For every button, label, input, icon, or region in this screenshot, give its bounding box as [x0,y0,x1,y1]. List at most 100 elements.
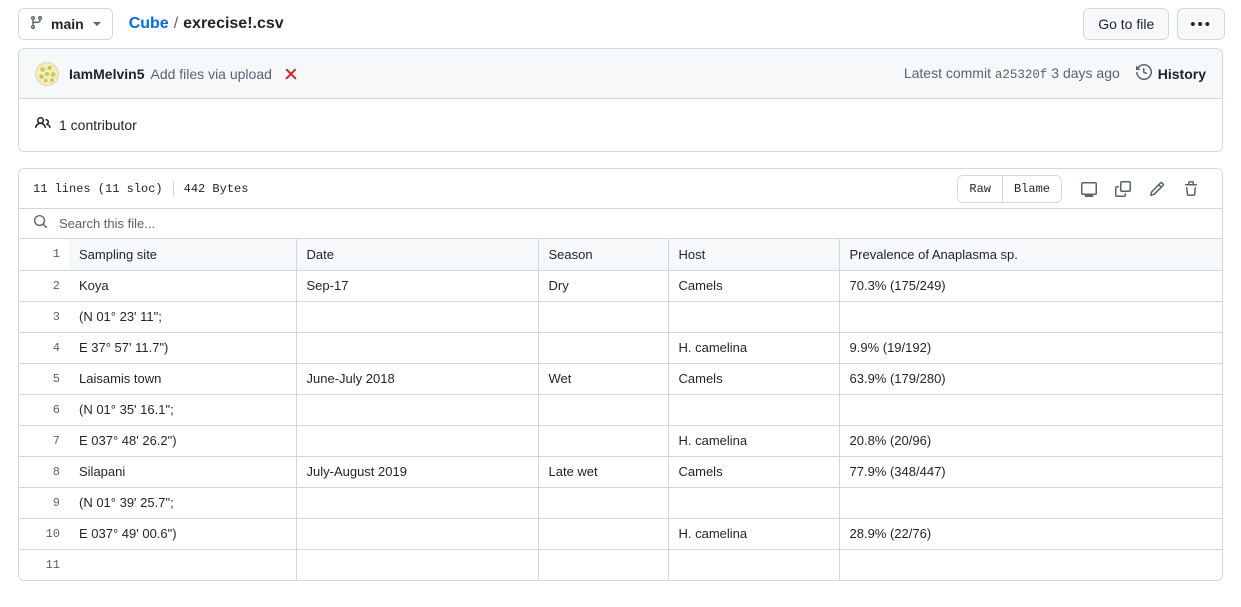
table-row: 8 Silapani July-August 2019 Late wet Camels 7… [19,456,1222,488]
edit-pencil-icon[interactable] [1142,175,1172,203]
table-cell [839,394,1222,426]
table-cell: (N 01° 23' 11"; [69,301,297,333]
table-cell: 9.9% (19/192) [839,332,1222,364]
table-cell: E 37° 57' 11.7") [69,332,297,364]
commit-row: IamMelvin5 Add files via upload Latest c… [19,49,1222,99]
commit-time-ago: 3 days ago [1051,65,1120,81]
breadcrumb-file-name: exrecise!.csv [183,15,284,32]
go-to-file-button[interactable]: Go to file [1083,8,1170,40]
table-header-row: 1 Sampling site Date Season Host Prevalence o… [19,239,1222,271]
table-row: 4E 37° 57' 11.7") H. camelina 9.9% (19/192… [19,332,1222,364]
table-cell [296,487,539,519]
table-cell [668,301,840,333]
github-file-view: main Cube / exrecise!.csv Go to file •••… [0,0,1241,607]
latest-commit-info: Latest commit a25320f 3 days ago [904,65,1120,82]
more-options-button[interactable]: ••• [1177,8,1225,40]
table-cell [538,487,669,519]
table-cell [296,394,539,426]
table-cell: June-July 2018 [296,363,539,395]
csv-table: 1 Sampling site Date Season Host Prevalence o… [19,239,1222,580]
chevron-down-icon [92,22,101,26]
line-number[interactable]: 3 [19,301,69,333]
table-cell [538,549,669,580]
file-meta: 11 lines (11 sloc) 442 Bytes [33,180,249,197]
branch-selector-button[interactable]: main [18,8,113,40]
column-header-cell: Sampling site [69,239,297,271]
table-cell: 20.8% (20/96) [839,425,1222,457]
commit-meta: Latest commit a25320f 3 days ago History [904,63,1206,83]
table-cell: H. camelina [668,425,840,457]
table-cell [668,394,840,426]
table-cell: Laisamis town [69,363,297,395]
history-label: History [1157,65,1206,82]
file-toolbar: 11 lines (11 sloc) 442 Bytes Raw Blame [19,169,1222,209]
history-clock-icon [1135,63,1152,83]
contributor-count-label: 1 contributor [59,117,137,133]
latest-commit-panel: IamMelvin5 Add files via upload Latest c… [18,48,1223,152]
line-number[interactable]: 7 [19,425,69,457]
open-in-desktop-icon[interactable] [1074,175,1104,203]
table-cell [69,549,297,580]
table-cell [668,487,840,519]
breadcrumb-repo-link[interactable]: Cube [129,15,169,33]
line-number[interactable]: 9 [19,487,69,519]
table-row: 3 (N 01° 23' 11"; [19,301,1222,333]
table-cell [668,549,840,580]
breadcrumb: Cube / exrecise!.csv [129,15,284,33]
file-lines-label: 11 lines (11 sloc) [33,181,163,196]
commit-message-link[interactable]: Add files via upload [150,66,271,82]
raw-blame-group: Raw Blame [957,174,1062,203]
breadcrumb-separator: / [173,15,179,32]
table-cell [839,549,1222,580]
line-number[interactable]: 11 [19,549,69,580]
table-cell [296,301,539,333]
table-cell: Camels [668,456,840,488]
table-cell [538,425,669,457]
top-bar-actions: Go to file ••• [1083,8,1225,40]
delete-trash-icon[interactable] [1176,175,1206,203]
line-number[interactable]: 4 [19,332,69,364]
table-row: 5 Laisamis town June-July 2018 Wet Camels 63.… [19,363,1222,395]
line-number[interactable]: 5 [19,363,69,395]
table-cell: E 037° 48' 26.2") [69,425,297,457]
table-cell: Sep-17 [296,270,539,302]
commit-author-link[interactable]: IamMelvin5 [69,66,144,82]
raw-button[interactable]: Raw [958,175,1002,202]
table-cell: Camels [668,270,840,302]
file-content-box: 11 lines (11 sloc) 442 Bytes Raw Blame S… [18,168,1223,581]
table-cell: Silapani [69,456,297,488]
table-cell [296,425,539,457]
table-cell [296,549,539,580]
meta-divider [172,180,174,197]
table-cell: E 037° 49' 00.6") [69,518,297,550]
table-cell: July-August 2019 [296,456,539,488]
blame-button[interactable]: Blame [1001,175,1061,202]
line-number[interactable]: 6 [19,394,69,426]
csv-table-body: 1 Sampling site Date Season Host Prevalence o… [19,239,1222,580]
line-number[interactable]: 1 [19,239,69,271]
table-cell: 77.9% (348/447) [839,456,1222,488]
table-cell [296,332,539,364]
search-icon [33,214,48,234]
table-cell: H. camelina [668,332,840,364]
table-cell [538,301,669,333]
line-number[interactable]: 10 [19,518,69,550]
history-button[interactable]: History [1135,63,1206,83]
contributors-row[interactable]: 1 contributor [19,99,1222,151]
table-cell [839,487,1222,519]
line-number[interactable]: 2 [19,270,69,302]
file-size-label: 442 Bytes [183,181,249,196]
copy-icon[interactable] [1108,175,1138,203]
line-number[interactable]: 8 [19,456,69,488]
search-row[interactable] [19,209,1222,239]
table-cell [538,394,669,426]
x-failed-icon[interactable] [284,67,298,81]
table-cell: (N 01° 35' 16.1"; [69,394,297,426]
table-cell [538,332,669,364]
commit-sha[interactable]: a25320f [995,68,1048,82]
avatar [35,61,59,86]
search-input[interactable] [57,215,397,232]
table-cell: Dry [538,270,669,302]
table-cell: (N 01° 39' 25.7"; [69,487,297,519]
table-row: 9 (N 01° 39' 25.7"; [19,487,1222,519]
